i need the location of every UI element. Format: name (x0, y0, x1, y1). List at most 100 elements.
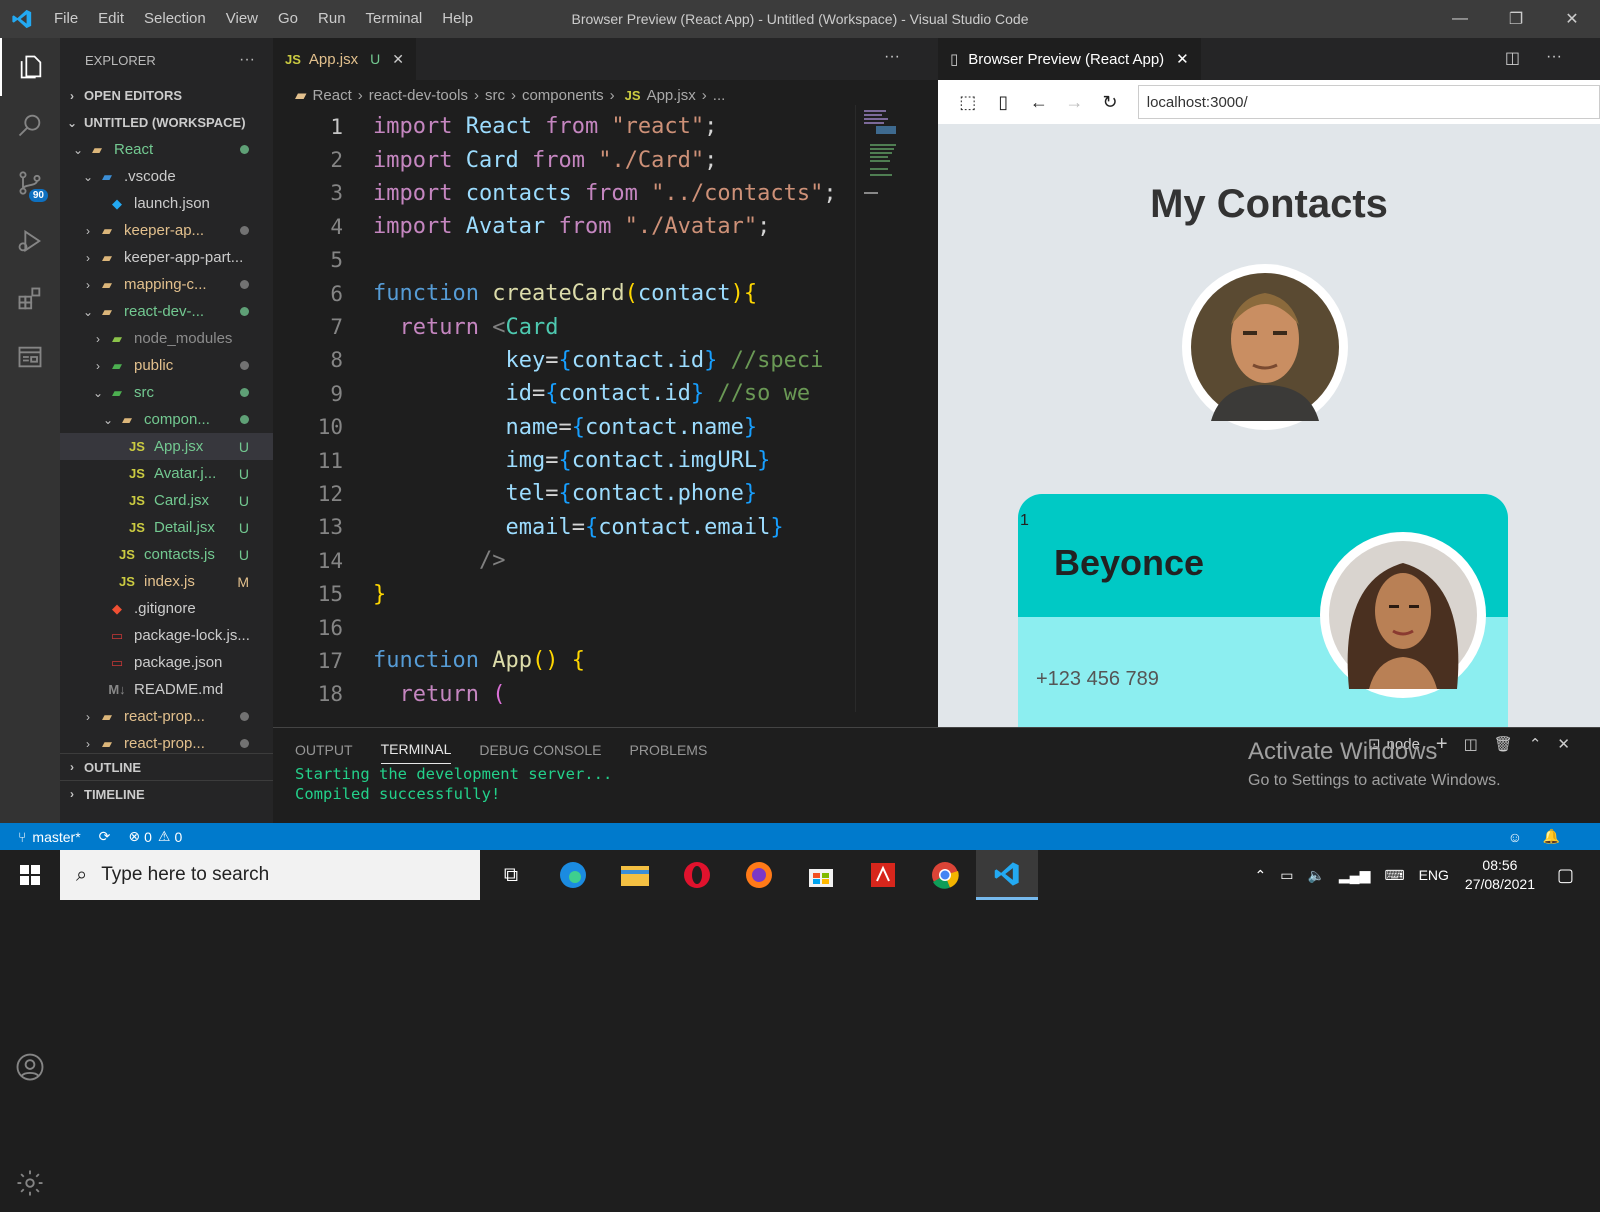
warning-count[interactable]: 0 (174, 829, 182, 845)
notification-center-icon[interactable]: ▢ (1557, 865, 1574, 886)
network-icon[interactable]: ▂▄▆ (1339, 867, 1370, 884)
minimize-button[interactable]: — (1432, 0, 1488, 38)
error-icon[interactable]: ⊗ (128, 828, 140, 845)
tree-item[interactable]: ◆ launch.json (60, 190, 273, 217)
windows-start-icon[interactable] (0, 850, 60, 900)
browser-more-button[interactable]: ··· (1546, 48, 1562, 66)
error-count[interactable]: 0 (144, 829, 152, 845)
file-explorer-icon[interactable] (604, 850, 666, 900)
breadcrumb-item[interactable]: ... (713, 87, 726, 104)
tree-item[interactable]: ▭ package.json (60, 649, 273, 676)
tab-app-jsx[interactable]: JS App.jsx U ✕ (273, 38, 416, 80)
close-window-button[interactable]: ✕ (1544, 0, 1600, 38)
menu-item-file[interactable]: File (44, 10, 88, 27)
tree-item[interactable]: ⌄ ▰ .vscode (60, 163, 273, 190)
breadcrumb-item[interactable]: React (313, 87, 352, 104)
breadcrumb-item[interactable]: react-dev-tools (369, 87, 468, 104)
account-icon[interactable] (0, 1038, 60, 1096)
tree-item[interactable]: JS index.js M (60, 568, 273, 595)
language-indicator[interactable]: ENG (1419, 867, 1449, 883)
outline-section[interactable]: › OUTLINE (60, 753, 273, 780)
panel-tab-terminal[interactable]: TERMINAL (380, 741, 452, 764)
taskbar-search[interactable]: ⌕ Type here to search (60, 850, 480, 900)
terminal-output[interactable]: Starting the development server... Compi… (295, 764, 612, 804)
device-toggle-icon[interactable]: ▯ (986, 92, 1022, 113)
explorer-icon[interactable] (0, 38, 60, 96)
menu-item-view[interactable]: View (216, 10, 268, 27)
edge-icon[interactable] (542, 850, 604, 900)
store-icon[interactable] (790, 850, 852, 900)
git-branch-icon[interactable]: ⑂ (18, 829, 26, 845)
tree-item[interactable]: JS Avatar.j... U (60, 460, 273, 487)
battery-icon[interactable]: ▭ (1280, 867, 1293, 884)
breadcrumb-item[interactable]: src (485, 87, 505, 104)
warning-icon[interactable]: ⚠ (158, 828, 171, 845)
url-input[interactable]: localhost:3000/ (1137, 85, 1600, 119)
volume-icon[interactable]: 🔈 (1307, 867, 1324, 884)
browser-preview-icon[interactable] (0, 328, 60, 386)
tree-item[interactable]: › ▰ public (60, 352, 273, 379)
menu-item-terminal[interactable]: Terminal (356, 10, 433, 27)
task-view-icon[interactable]: ⧉ (480, 850, 542, 900)
close-panel-icon[interactable]: ✕ (1557, 735, 1570, 753)
tree-item[interactable]: › ▰ node_modules (60, 325, 273, 352)
forward-arrow-icon[interactable]: → (1057, 92, 1093, 113)
panel-tab-problems[interactable]: PROBLEMS (630, 742, 708, 764)
tab-close-button[interactable]: ✕ (392, 51, 404, 68)
firefox-icon[interactable] (728, 850, 790, 900)
tree-item[interactable]: › ▰ mapping-c... (60, 271, 273, 298)
menu-item-edit[interactable]: Edit (88, 10, 134, 27)
sync-icon[interactable]: ⟳ (99, 828, 111, 845)
back-arrow-icon[interactable]: ← (1021, 92, 1057, 113)
clock[interactable]: 08:56 27/08/2021 (1465, 856, 1535, 894)
menu-item-run[interactable]: Run (308, 10, 356, 27)
menu-item-help[interactable]: Help (432, 10, 483, 27)
tree-item[interactable]: JS Card.jsx U (60, 487, 273, 514)
vscode-taskbar-icon[interactable] (976, 850, 1038, 900)
maximize-panel-icon[interactable]: ⌃ (1529, 735, 1542, 753)
keyboard-icon[interactable]: ⌨ (1384, 867, 1404, 884)
run-debug-icon[interactable] (0, 212, 60, 270)
notifications-icon[interactable]: 🔔 (1543, 828, 1560, 845)
show-hidden-icons-icon[interactable]: ⌃ (1254, 867, 1266, 884)
tree-item[interactable]: ⌄ ▰ compon... (60, 406, 273, 433)
code-area[interactable]: 1 import React from "react"; 2 import Card… (273, 110, 938, 711)
settings-gear-icon[interactable] (0, 1154, 60, 1212)
breadcrumb-item[interactable]: components (522, 87, 604, 104)
reload-icon[interactable]: ↻ (1092, 92, 1128, 113)
tree-item[interactable]: ◆ .gitignore (60, 595, 273, 622)
workspace-section[interactable]: ⌄ UNTITLED (WORKSPACE) (60, 109, 273, 136)
minimap[interactable] (855, 105, 920, 712)
split-editor-icon[interactable]: ◫ (1505, 48, 1520, 68)
tree-item[interactable]: ⌄ ▰ react-dev-... (60, 298, 273, 325)
timeline-section[interactable]: › TIMELINE (60, 780, 273, 807)
tree-item[interactable]: › ▰ react-prop... (60, 703, 273, 730)
tree-item[interactable]: › ▰ keeper-app-part... (60, 244, 273, 271)
breadcrumb-item[interactable]: App.jsx (647, 87, 696, 104)
explorer-more-button[interactable]: ··· (239, 51, 255, 69)
panel-tab-output[interactable]: OUTPUT (295, 742, 353, 764)
menu-item-go[interactable]: Go (268, 10, 308, 27)
tree-item[interactable]: ⌄ ▰ React (60, 136, 273, 163)
editor-more-button[interactable]: ··· (884, 48, 900, 66)
inspect-icon[interactable]: ⬚ (950, 92, 986, 113)
tree-item[interactable]: JS Detail.jsx U (60, 514, 273, 541)
git-branch[interactable]: master* (32, 829, 80, 845)
tree-item[interactable]: ▭ package-lock.js... (60, 622, 273, 649)
search-icon[interactable] (0, 96, 60, 154)
tree-item[interactable]: JS contacts.js U (60, 541, 273, 568)
tree-item[interactable]: M↓ README.md (60, 676, 273, 703)
tree-item[interactable]: ⌄ ▰ src (60, 379, 273, 406)
tab-browser-preview[interactable]: ▯ Browser Preview (React App) ✕ (938, 38, 1201, 80)
opera-icon[interactable] (666, 850, 728, 900)
panel-tab-debug-console[interactable]: DEBUG CONSOLE (479, 742, 601, 764)
source-control-icon[interactable]: 90 (0, 154, 60, 212)
feedback-icon[interactable]: ☺ (1508, 829, 1522, 845)
menu-item-selection[interactable]: Selection (134, 10, 216, 27)
restore-button[interactable]: ❐ (1488, 0, 1544, 38)
open-editors-section[interactable]: › OPEN EDITORS (60, 82, 273, 109)
browser-tab-close-button[interactable]: ✕ (1176, 50, 1189, 68)
tree-item[interactable]: › ▰ keeper-ap... (60, 217, 273, 244)
acrobat-icon[interactable] (852, 850, 914, 900)
chrome-icon[interactable] (914, 850, 976, 900)
